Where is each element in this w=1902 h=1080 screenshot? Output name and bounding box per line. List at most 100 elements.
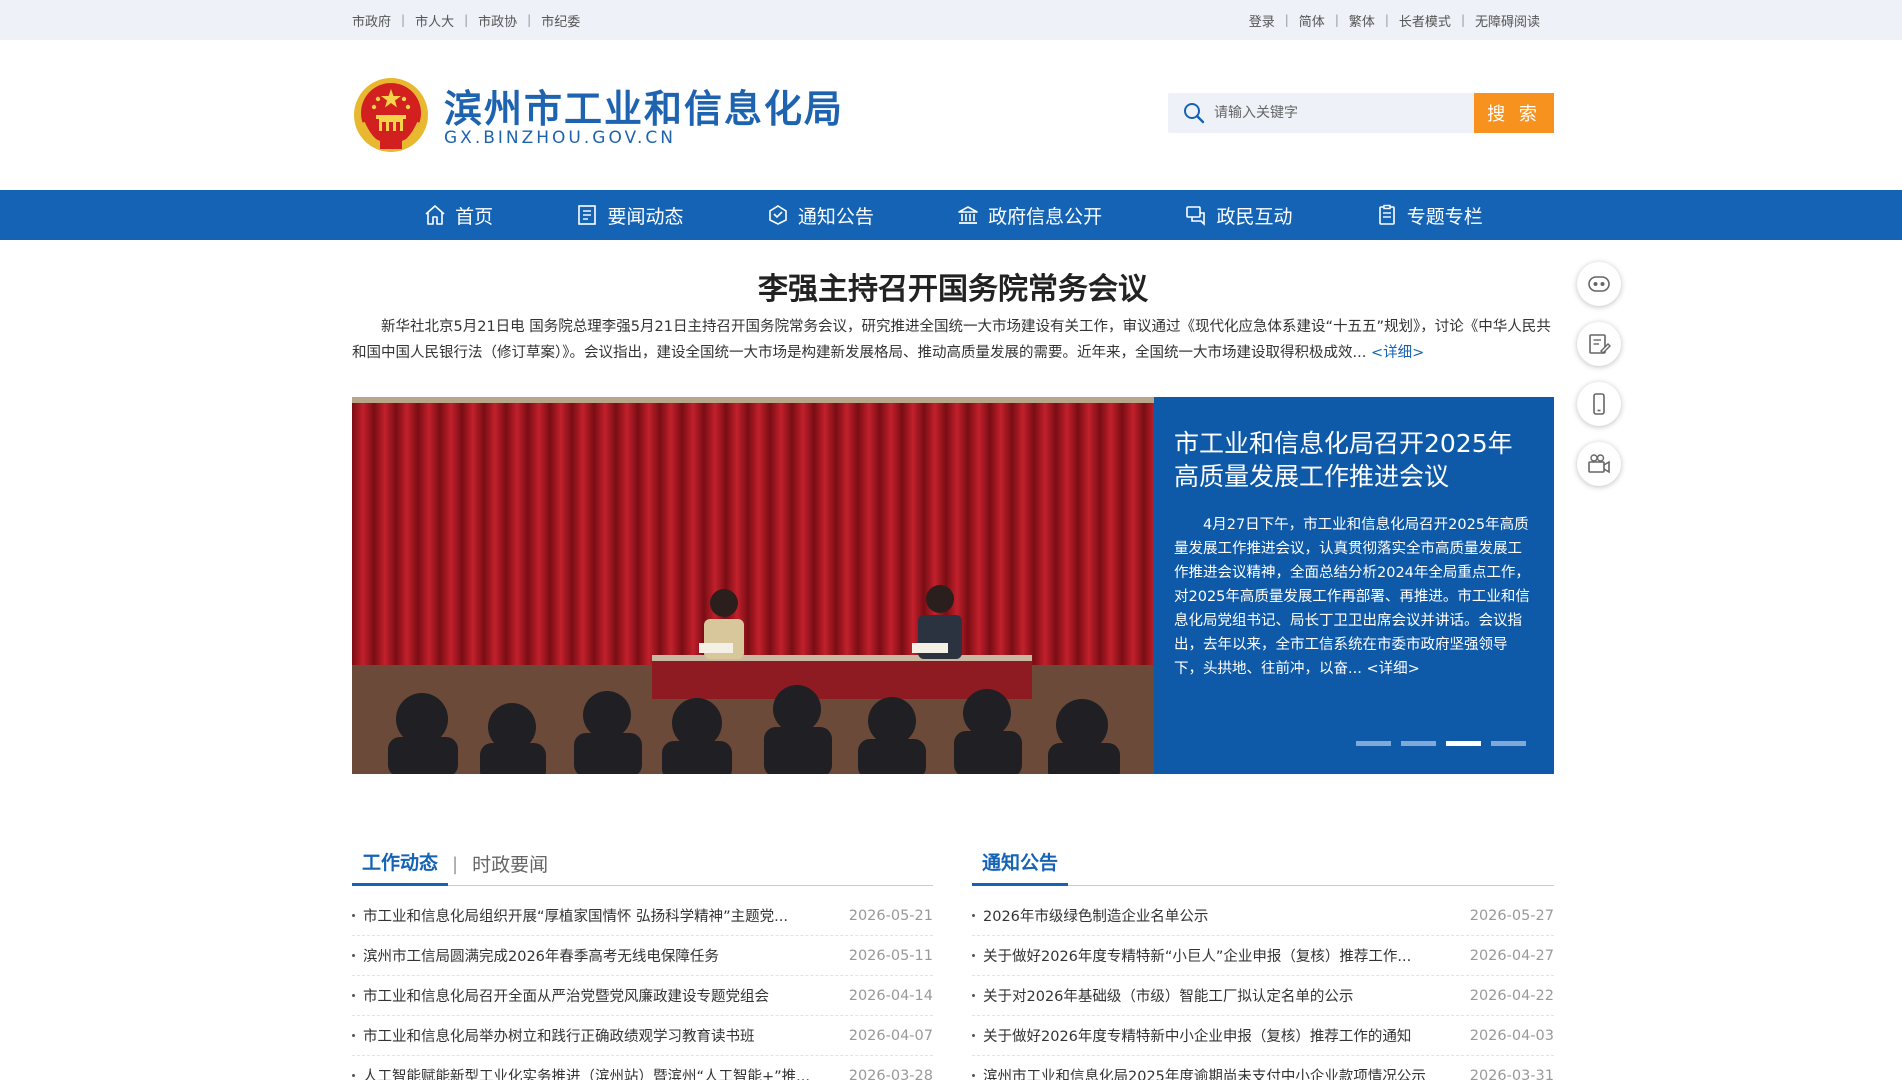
list-item[interactable]: 人工智能赋能新型工业化实务推进（滨州站）暨滨州“人工智能+”推... 2026-0… bbox=[352, 1056, 933, 1080]
robot-assistant-button[interactable] bbox=[1577, 262, 1621, 306]
carousel-dot-active[interactable] bbox=[1446, 741, 1481, 746]
notice-section: 通知公告 2026年市级绿色制造企业名单公示 2026-05-27 关于做好202… bbox=[972, 846, 1554, 1080]
divider: | bbox=[1284, 13, 1289, 27]
accessible-reading-link[interactable]: 无障碍阅读 bbox=[1475, 11, 1540, 30]
top-left-links: 市政府 | 市人大 | 市政协 | 市纪委 bbox=[352, 0, 580, 40]
traditional-chinese-link[interactable]: 繁体 bbox=[1349, 11, 1375, 30]
bullet bbox=[352, 954, 355, 957]
nav-item-label: 政民互动 bbox=[1216, 205, 1293, 228]
nav-item-notices[interactable]: 通知公告 bbox=[766, 202, 874, 229]
carousel-dot[interactable] bbox=[1401, 741, 1436, 746]
government-icon bbox=[958, 206, 978, 224]
notice-date: 2026-04-22 bbox=[1469, 987, 1554, 1004]
news-date: 2026-03-28 bbox=[848, 1067, 933, 1080]
list-item[interactable]: 市工业和信息化局组织开展“厚植家国情怀 弘扬科学精神”主题党... 2026-05… bbox=[352, 896, 933, 936]
feedback-button[interactable] bbox=[1577, 322, 1621, 366]
tab-political-news[interactable]: 时政要闻 bbox=[462, 850, 558, 885]
work-news-list: 市工业和信息化局组织开展“厚植家国情怀 弘扬科学精神”主题党... 2026-05… bbox=[352, 896, 933, 1080]
list-item[interactable]: 关于做好2026年度专精特新“小巨人”企业申报（复核）推荐工作... 2026-0… bbox=[972, 936, 1554, 976]
bullet bbox=[352, 914, 355, 917]
nav-item-interaction[interactable]: 政民互动 bbox=[1184, 202, 1292, 229]
mobile-icon bbox=[1593, 393, 1605, 415]
notice-date: 2026-03-31 bbox=[1469, 1067, 1554, 1080]
nav-item-label: 专题专栏 bbox=[1406, 205, 1483, 228]
floating-side-tools bbox=[1577, 262, 1621, 502]
bullet bbox=[972, 1034, 975, 1037]
carousel-summary: 4月27日下午，市工业和信息化局召开2025年高质量发展工作推进会议，认真贯彻落… bbox=[1174, 513, 1534, 681]
news-date: 2026-05-21 bbox=[848, 907, 933, 924]
top-bar: 市政府 | 市人大 | 市政协 | 市纪委 登录 | 简体 | 繁体 | 长者模… bbox=[0, 0, 1902, 40]
nav-item-home[interactable]: 首页 bbox=[423, 202, 493, 229]
login-link[interactable]: 登录 bbox=[1249, 11, 1275, 30]
national-emblem-logo[interactable] bbox=[352, 75, 430, 155]
list-item[interactable]: 关于对2026年基础级（市级）智能工厂拟认定名单的公示 2026-04-22 bbox=[972, 976, 1554, 1016]
list-item[interactable]: 滨州市工信局圆满完成2026年春季高考无线电保障任务 2026-05-11 bbox=[352, 936, 933, 976]
carousel-more-link[interactable]: <详细> bbox=[1366, 661, 1419, 677]
site-header: 滨州市工业和信息化局 GX.BINZHOU.GOV.CN 搜 索 bbox=[0, 40, 1902, 190]
top-right-links: 登录 | 简体 | 繁体 | 长者模式 | 无障碍阅读 bbox=[1249, 0, 1540, 40]
headline-more-link[interactable]: <详细> bbox=[1371, 345, 1424, 361]
notice-icon bbox=[769, 205, 787, 225]
list-item[interactable]: 滨州市工业和信息化局2025年度逾期尚未支付中小企业款项情况公示 2026-03-… bbox=[972, 1056, 1554, 1080]
notice-date: 2026-04-27 bbox=[1469, 947, 1554, 964]
notice-tabs: 通知公告 bbox=[972, 846, 1554, 886]
bullet bbox=[972, 914, 975, 917]
home-icon bbox=[425, 205, 445, 225]
mobile-version-button[interactable] bbox=[1577, 382, 1621, 426]
news-title: 市工业和信息化局举办树立和践行正确政绩观学习教育读书班 bbox=[363, 1029, 755, 1045]
feedback-icon bbox=[1589, 334, 1611, 354]
site-title[interactable]: 滨州市工业和信息化局 bbox=[444, 78, 844, 133]
search-icon bbox=[1184, 103, 1205, 124]
notice-date: 2026-04-03 bbox=[1469, 1027, 1554, 1044]
tab-work-dynamics[interactable]: 工作动态 bbox=[352, 848, 449, 886]
top-link-city-cppcc[interactable]: 市政协 bbox=[478, 11, 517, 30]
nav-item-government-info[interactable]: 政府信息公开 bbox=[956, 202, 1102, 229]
work-news-section: 工作动态 | 时政要闻 市工业和信息化局组织开展“厚植家国情怀 弘扬科学精神”主… bbox=[352, 846, 933, 1080]
bullet bbox=[972, 1074, 975, 1077]
notice-title: 滨州市工业和信息化局2025年度逾期尚未支付中小企业款项情况公示 bbox=[983, 1069, 1426, 1080]
divider: | bbox=[527, 13, 532, 27]
list-item[interactable]: 关于做好2026年度专精特新中小企业申报（复核）推荐工作的通知 2026-04-0… bbox=[972, 1016, 1554, 1056]
headline-title[interactable]: 李强主持召开国务院常务会议 bbox=[352, 264, 1554, 308]
search-box bbox=[1168, 93, 1474, 133]
simplified-chinese-link[interactable]: 简体 bbox=[1299, 11, 1325, 30]
nav-item-label: 通知公告 bbox=[797, 205, 874, 228]
carousel-dot[interactable] bbox=[1491, 741, 1526, 746]
carousel-dot[interactable] bbox=[1356, 741, 1391, 746]
nav-item-label: 政府信息公开 bbox=[988, 205, 1103, 228]
search-button[interactable]: 搜 索 bbox=[1474, 93, 1554, 133]
bullet bbox=[352, 994, 355, 997]
tab-notices[interactable]: 通知公告 bbox=[972, 848, 1069, 886]
list-item[interactable]: 市工业和信息化局召开全面从严治党暨党风廉政建设专题党组会 2026-04-14 bbox=[352, 976, 933, 1016]
divider: | bbox=[1460, 13, 1465, 27]
top-link-city-discipline[interactable]: 市纪委 bbox=[541, 11, 580, 30]
nav-item-news[interactable]: 要闻动态 bbox=[575, 202, 684, 229]
divider: | bbox=[401, 13, 406, 27]
headline-summary: 新华社北京5月21日电 国务院总理李强5月21日主持召开国务院常务会议，研究推进… bbox=[352, 314, 1554, 366]
list-item[interactable]: 2026年市级绿色制造企业名单公示 2026-05-27 bbox=[972, 896, 1554, 936]
video-icon bbox=[1588, 454, 1610, 474]
notice-title: 关于做好2026年度专精特新中小企业申报（复核）推荐工作的通知 bbox=[983, 1029, 1412, 1045]
top-link-city-congress[interactable]: 市人大 bbox=[415, 11, 454, 30]
search-input[interactable] bbox=[1214, 105, 1464, 121]
bullet bbox=[352, 1034, 355, 1037]
interaction-icon bbox=[1186, 206, 1206, 226]
video-button[interactable] bbox=[1577, 442, 1621, 486]
news-icon bbox=[578, 205, 597, 225]
elder-mode-link[interactable]: 长者模式 bbox=[1399, 11, 1451, 30]
divider: | bbox=[452, 854, 459, 875]
bullet bbox=[972, 994, 975, 997]
news-title: 市工业和信息化局组织开展“厚植家国情怀 弘扬科学精神”主题党... bbox=[363, 909, 788, 925]
list-item[interactable]: 市工业和信息化局举办树立和践行正确政绩观学习教育读书班 2026-04-07 bbox=[352, 1016, 933, 1056]
nav-item-label: 要闻动态 bbox=[607, 205, 684, 228]
divider: | bbox=[1384, 13, 1389, 27]
news-title: 人工智能赋能新型工业化实务推进（滨州站）暨滨州“人工智能+”推... bbox=[363, 1069, 810, 1080]
carousel-title[interactable]: 市工业和信息化局召开2025年高质量发展工作推进会议 bbox=[1174, 427, 1534, 493]
notice-title: 2026年市级绿色制造企业名单公示 bbox=[983, 909, 1209, 925]
top-link-city-government[interactable]: 市政府 bbox=[352, 11, 391, 30]
carousel-photo[interactable] bbox=[352, 397, 1154, 774]
nav-item-topics[interactable]: 专题专栏 bbox=[1375, 202, 1483, 229]
work-news-tabs: 工作动态 | 时政要闻 bbox=[352, 846, 933, 886]
notice-title: 关于做好2026年度专精特新“小巨人”企业申报（复核）推荐工作... bbox=[983, 949, 1412, 965]
carousel-pagination bbox=[1356, 741, 1526, 746]
